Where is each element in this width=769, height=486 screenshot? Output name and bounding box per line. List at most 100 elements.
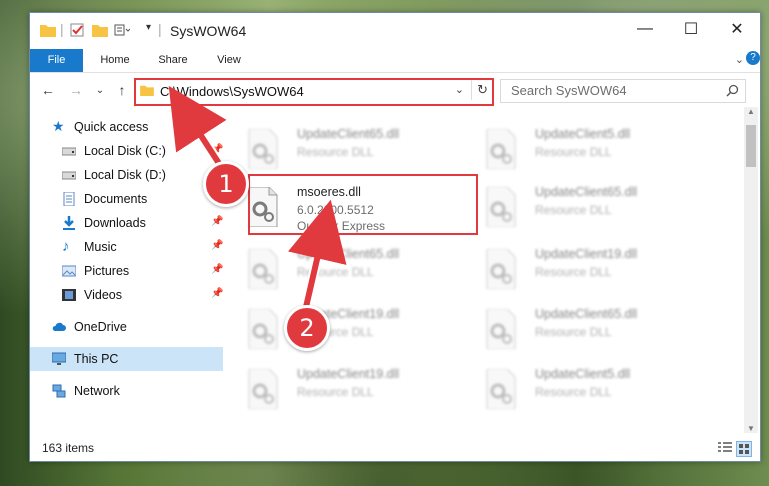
nav-item-label: Documents — [84, 192, 148, 206]
minimize-button[interactable]: — — [622, 13, 668, 45]
file-highlight-box — [248, 174, 478, 235]
scroll-thumb[interactable] — [746, 125, 756, 167]
tab-home[interactable]: Home — [90, 49, 140, 72]
address-bar[interactable]: C:\Windows\SysWOW64 ⌄ ↻ — [134, 78, 494, 106]
quick-access-dropdown-icon[interactable]: ▾ — [146, 22, 151, 33]
nav-item-local-disk-d[interactable]: Local Disk (D:) 📌 — [30, 163, 223, 187]
nav-item-label: OneDrive — [74, 320, 127, 334]
address-dropdown-icon[interactable]: ⌄ — [455, 83, 464, 96]
cloud-icon — [52, 322, 66, 331]
search-placeholder: Search SysWOW64 — [511, 83, 627, 98]
nav-item-label: Local Disk (D:) — [84, 168, 166, 182]
file-item[interactable]: UpdateClient65.dll Resource DLL — [463, 181, 693, 237]
nav-item-label: Network — [74, 384, 120, 398]
pin-icon[interactable]: 📌 — [211, 240, 223, 254]
nav-item-downloads[interactable]: Downloads 📌 — [30, 211, 223, 235]
nav-item-pictures[interactable]: Pictures 📌 — [30, 259, 223, 283]
forward-arrow-icon[interactable]: → — [66, 80, 86, 100]
nav-item-onedrive[interactable]: OneDrive — [30, 315, 223, 339]
file-item[interactable]: UpdateClient65.dll Resource DLL — [463, 303, 693, 359]
tab-file[interactable]: File — [30, 49, 83, 72]
pin-icon[interactable]: 📌 — [211, 144, 223, 158]
window-title: SysWOW64 — [170, 23, 247, 39]
download-icon — [63, 216, 75, 230]
tab-share[interactable]: Share — [148, 49, 198, 72]
properties-icon[interactable] — [70, 23, 86, 37]
status-bar: 163 items — [30, 435, 760, 461]
scroll-up-icon[interactable]: ▲ — [747, 107, 755, 116]
file-name: UpdateClient65.dll — [535, 185, 638, 199]
search-icon[interactable] — [726, 84, 739, 97]
file-name: UpdateClient5.dll — [535, 367, 631, 381]
file-item[interactable]: UpdateClient19.dll Resource DLL — [225, 303, 455, 359]
nav-item-this-pc[interactable]: This PC — [30, 347, 223, 371]
file-type: Resource DLL — [535, 145, 612, 159]
pin-icon[interactable]: 📌 — [211, 288, 223, 302]
search-input[interactable]: Search SysWOW64 — [500, 79, 746, 103]
nav-item-music[interactable]: ♪ Music 📌 — [30, 235, 223, 259]
drive-icon — [62, 147, 76, 156]
dll-file-icon — [248, 249, 278, 289]
title-separator: | — [158, 21, 162, 37]
file-type: Resource DLL — [297, 145, 374, 159]
nav-item-label: Videos — [84, 288, 122, 302]
file-item[interactable]: UpdateClient65.dll Resource DLL — [225, 243, 455, 299]
dll-file-icon — [486, 129, 516, 169]
vertical-scrollbar[interactable]: ▲ ▼ — [744, 107, 758, 433]
network-icon — [52, 384, 66, 398]
navigation-pane: ★ Quick access Local Disk (C:) 📌 Local D… — [30, 107, 225, 433]
file-explorer-window: | ▾ | SysWOW64 — ☐ ✕ File Home Share Vie… — [29, 12, 761, 462]
nav-item-network[interactable]: Network — [30, 379, 223, 403]
file-type: Resource DLL — [535, 385, 612, 399]
scroll-down-icon[interactable]: ▼ — [747, 424, 755, 433]
dll-file-icon — [486, 249, 516, 289]
maximize-button[interactable]: ☐ — [668, 13, 714, 45]
address-row: ← → ⌄ ↑ C:\Windows\SysWOW64 ⌄ ↻ Search S… — [30, 73, 760, 107]
new-folder-icon[interactable] — [92, 23, 108, 37]
nav-item-label: Local Disk (C:) — [84, 144, 166, 158]
details-view-icon[interactable] — [718, 442, 732, 454]
nav-item-label: Music — [84, 240, 117, 254]
pin-icon[interactable]: 📌 — [211, 216, 223, 230]
recent-locations-icon[interactable]: ⌄ — [90, 80, 110, 100]
nav-item-quick-access[interactable]: ★ Quick access — [30, 115, 223, 139]
file-item[interactable]: UpdateClient5.dll Resource DLL — [463, 123, 693, 179]
ribbon-tabs: File Home Share View ⌄ ? — [30, 49, 760, 73]
customize-toolbar-icon[interactable] — [114, 23, 130, 37]
tab-view[interactable]: View — [206, 49, 252, 72]
pictures-icon — [62, 265, 76, 277]
dll-file-icon — [486, 309, 516, 349]
pin-icon[interactable]: 📌 — [211, 264, 223, 278]
title-bar: | ▾ | SysWOW64 — ☐ ✕ — [30, 13, 760, 49]
drive-icon — [62, 171, 76, 180]
up-arrow-icon[interactable]: ↑ — [112, 80, 132, 100]
refresh-icon[interactable]: ↻ — [477, 82, 488, 98]
close-button[interactable]: ✕ — [714, 13, 760, 45]
dll-file-icon — [248, 129, 278, 169]
dll-file-icon — [248, 309, 278, 349]
file-item[interactable]: UpdateClient65.dll Resource DLL — [225, 123, 455, 179]
back-arrow-icon[interactable]: ← — [38, 80, 58, 100]
file-type: Resource DLL — [297, 385, 374, 399]
address-divider — [471, 80, 472, 100]
computer-icon — [52, 352, 66, 365]
file-name: UpdateClient19.dll — [297, 367, 400, 381]
file-name: UpdateClient19.dll — [535, 247, 638, 261]
help-icon[interactable]: ? — [746, 51, 760, 65]
step-badge-1: 1 — [203, 161, 249, 207]
dll-file-icon — [486, 369, 516, 409]
file-item[interactable]: UpdateClient19.dll Resource DLL — [463, 243, 693, 299]
nav-item-documents[interactable]: Documents 📌 — [30, 187, 223, 211]
toolbar-separator: | — [60, 21, 64, 37]
nav-item-label: Pictures — [84, 264, 130, 278]
nav-item-videos[interactable]: Videos 📌 — [30, 283, 223, 307]
file-name: UpdateClient65.dll — [297, 247, 400, 261]
tiles-view-icon[interactable] — [736, 441, 752, 457]
nav-item-label: Quick access — [74, 120, 149, 134]
nav-item-local-disk-c[interactable]: Local Disk (C:) 📌 — [30, 139, 223, 163]
ribbon-expand-icon[interactable]: ⌄ — [735, 53, 744, 66]
star-icon: ★ — [52, 118, 65, 134]
nav-item-label: Downloads — [84, 216, 146, 230]
file-item[interactable]: UpdateClient5.dll Resource DLL — [463, 363, 693, 419]
file-item[interactable]: UpdateClient19.dll Resource DLL — [225, 363, 455, 419]
